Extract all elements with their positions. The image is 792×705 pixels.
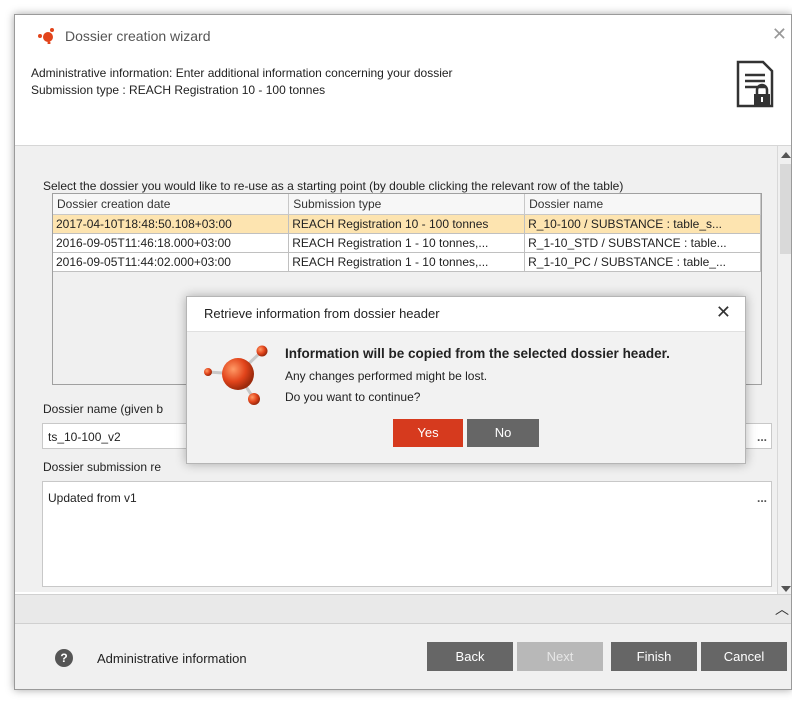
cancel-button[interactable]: Cancel: [701, 642, 787, 671]
wizard-footer: ? Administrative information Back Next F…: [15, 624, 791, 689]
cell-name: R_10-100 / SUBSTANCE : table_s...: [524, 214, 761, 234]
finish-button[interactable]: Finish: [611, 642, 697, 671]
title-bar: Dossier creation wizard ✕: [15, 15, 791, 55]
cell-type: REACH Registration 10 - 100 tonnes: [288, 214, 526, 234]
dossier-name-value: ts_10-100_v2: [48, 430, 121, 444]
header-description: Administrative information: Enter additi…: [31, 66, 453, 80]
molecule-icon: [38, 28, 54, 44]
scroll-down-icon[interactable]: [781, 586, 791, 592]
cell-type: REACH Registration 1 - 10 tonnes,...: [288, 252, 526, 272]
document-lock-icon: [736, 60, 774, 108]
dialog-message-warning: Any changes performed might be lost.: [285, 369, 488, 383]
submission-remarks-field[interactable]: Updated from v1 ...: [42, 481, 772, 587]
help-icon[interactable]: ?: [55, 649, 73, 667]
cell-date: 2017-04-10T18:48:50.108+03:00: [53, 214, 290, 234]
column-header-date[interactable]: Dossier creation date: [53, 194, 290, 215]
no-button[interactable]: No: [467, 419, 539, 447]
retrieve-info-dialog: Retrieve information from dossier header…: [186, 296, 746, 464]
cell-type: REACH Registration 1 - 10 tonnes,...: [288, 233, 526, 253]
chevron-up-icon[interactable]: ︿: [775, 599, 789, 619]
remarks-ellipsis-button[interactable]: ...: [757, 491, 767, 505]
column-header-type[interactable]: Submission type: [288, 194, 526, 215]
dialog-message-question: Do you want to continue?: [285, 390, 421, 404]
table-row[interactable]: 2016-09-05T11:44:02.000+03:00 REACH Regi…: [53, 252, 761, 272]
collapse-band: ︿: [15, 594, 791, 624]
dossier-name-label: Dossier name (given b: [43, 402, 164, 416]
cell-date: 2016-09-05T11:44:02.000+03:00: [53, 252, 290, 272]
scroll-thumb[interactable]: [780, 164, 791, 254]
select-instruction: Select the dossier you would like to re-…: [43, 179, 624, 193]
window-title: Dossier creation wizard: [65, 28, 211, 44]
scroll-up-icon[interactable]: [781, 152, 791, 158]
dialog-title: Retrieve information from dossier header: [204, 306, 440, 321]
dialog-title-bar: Retrieve information from dossier header…: [187, 297, 745, 332]
vertical-scrollbar[interactable]: [777, 146, 791, 594]
table-row[interactable]: 2016-09-05T11:46:18.000+03:00 REACH Regi…: [53, 233, 761, 253]
submission-remarks-value: Updated from v1: [48, 491, 137, 505]
submission-type: Submission type : REACH Registration 10 …: [31, 83, 326, 97]
yes-button[interactable]: Yes: [393, 419, 463, 447]
table-row[interactable]: 2017-04-10T18:48:50.108+03:00 REACH Regi…: [53, 214, 761, 234]
cell-name: R_1-10_PC / SUBSTANCE : table_...: [524, 252, 761, 272]
dialog-message-primary: Information will be copied from the sele…: [285, 346, 670, 361]
next-button[interactable]: Next: [517, 642, 603, 671]
cell-name: R_1-10_STD / SUBSTANCE : table...: [524, 233, 761, 253]
dialog-close-icon[interactable]: ✕: [716, 302, 731, 323]
column-header-name[interactable]: Dossier name: [524, 194, 761, 215]
back-button[interactable]: Back: [427, 642, 513, 671]
molecule-large-icon: [204, 345, 268, 405]
table-header: Dossier creation date Submission type Do…: [53, 194, 761, 215]
submission-remarks-label: Dossier submission re: [43, 460, 162, 474]
dossier-name-ellipsis-button[interactable]: ...: [757, 430, 767, 444]
close-icon[interactable]: ✕: [772, 24, 787, 45]
cell-date: 2016-09-05T11:46:18.000+03:00: [53, 233, 290, 253]
section-label: Administrative information: [97, 651, 247, 666]
